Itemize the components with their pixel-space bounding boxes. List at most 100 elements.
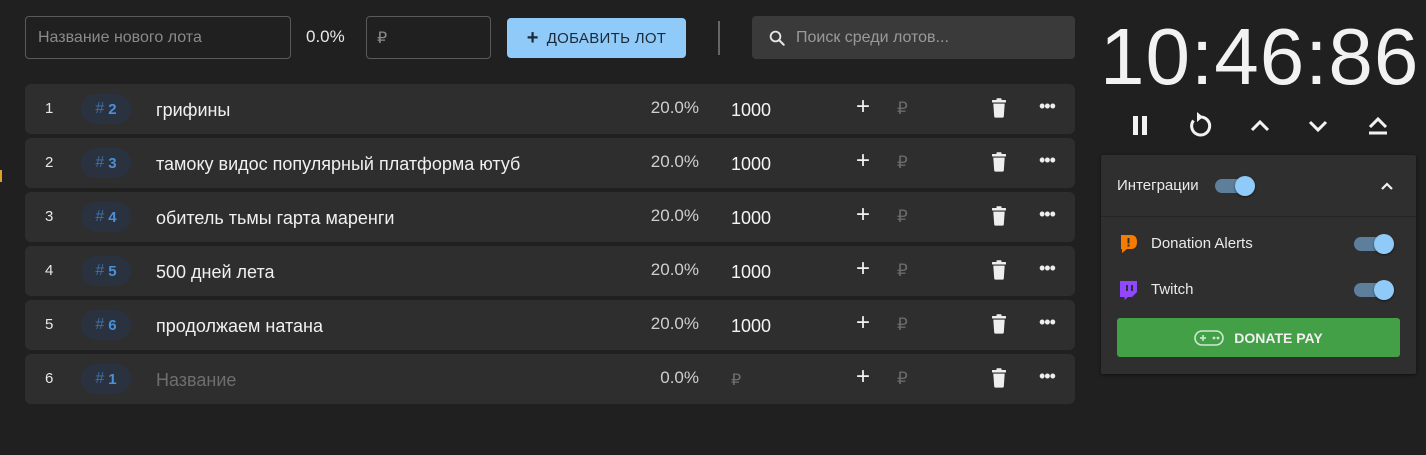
lot-amount[interactable]: 1000: [731, 208, 771, 229]
donation-alerts-toggle[interactable]: [1354, 234, 1394, 254]
more-options-icon[interactable]: •••: [1039, 313, 1056, 331]
lot-percent: 20.0%: [650, 260, 699, 279]
lot-row: 1 # 2 грифины 20.0% 1000 + ₽ •••: [25, 84, 1075, 134]
search-input[interactable]: Поиск среди лотов...: [752, 16, 1075, 59]
integrations-header[interactable]: Интеграции: [1101, 155, 1416, 217]
add-lot-label: ДОБАВИТЬ ЛОТ: [546, 29, 667, 47]
lot-tag-number: 2: [108, 100, 117, 118]
lot-tag[interactable]: # 1: [81, 364, 131, 394]
hash-icon: #: [95, 100, 105, 117]
ruble-input-icon[interactable]: ₽: [897, 369, 908, 389]
lot-percent: 20.0%: [650, 98, 699, 117]
lot-row: 2 # 3 тамоку видос популярный платформа …: [25, 138, 1075, 188]
more-options-icon[interactable]: •••: [1039, 367, 1056, 385]
lot-tag-number: 4: [108, 208, 117, 226]
add-amount-button[interactable]: +: [853, 311, 873, 335]
lot-percent: 0.0%: [660, 368, 699, 387]
lot-name[interactable]: грифины: [156, 100, 230, 121]
lot-amount[interactable]: 1000: [731, 262, 771, 283]
more-options-icon[interactable]: •••: [1039, 205, 1056, 223]
lot-index: 6: [45, 370, 54, 387]
collapse-chevron-icon[interactable]: [1380, 179, 1394, 193]
lot-tag[interactable]: # 4: [81, 202, 131, 232]
lot-name[interactable]: 500 дней лета: [156, 262, 275, 283]
add-amount-button[interactable]: +: [853, 203, 873, 227]
double-up-icon[interactable]: [1362, 110, 1394, 142]
add-amount-button[interactable]: +: [853, 257, 873, 281]
search-icon: [769, 30, 785, 46]
hash-icon: #: [95, 208, 105, 225]
service-label: Donation Alerts: [1151, 235, 1253, 252]
lot-tag[interactable]: # 6: [81, 310, 131, 340]
gamepad-icon: [1194, 329, 1225, 346]
lot-amount[interactable]: 1000: [731, 154, 771, 175]
lot-index: 1: [45, 100, 54, 117]
twitch-icon: [1120, 281, 1137, 300]
lot-row: 6 # 1 Название 0.0% ₽ + ₽ •••: [25, 354, 1075, 404]
timer-controls: [1120, 110, 1410, 142]
pause-icon[interactable]: [1124, 110, 1156, 142]
add-lot-button[interactable]: + ДОБАВИТЬ ЛОТ: [507, 18, 686, 58]
edge-marker: [0, 170, 2, 182]
ruble-icon: ₽: [377, 29, 388, 47]
lot-index: 4: [45, 262, 54, 279]
lot-tag-number: 5: [108, 262, 117, 280]
trash-icon[interactable]: [990, 368, 1008, 388]
ruble-input-icon[interactable]: ₽: [897, 207, 908, 227]
lot-tag[interactable]: # 2: [81, 94, 131, 124]
lot-tag-number: 3: [108, 154, 117, 172]
twitch-toggle[interactable]: [1354, 280, 1394, 300]
lot-index: 2: [45, 154, 54, 171]
lot-index: 3: [45, 208, 54, 225]
lot-name[interactable]: обитель тьмы гарта маренги: [156, 208, 394, 229]
lot-tag[interactable]: # 5: [81, 256, 131, 286]
lot-tag-number: 6: [108, 316, 117, 334]
chevron-down-icon[interactable]: [1302, 110, 1334, 142]
service-twitch: Twitch: [1101, 275, 1416, 305]
add-amount-button[interactable]: +: [853, 95, 873, 119]
integrations-title: Интеграции: [1117, 177, 1199, 194]
trash-icon[interactable]: [990, 260, 1008, 280]
hash-icon: #: [95, 316, 105, 333]
hash-icon: #: [95, 154, 105, 171]
ruble-input-icon[interactable]: ₽: [897, 261, 908, 281]
lot-tag-number: 1: [108, 370, 117, 388]
trash-icon[interactable]: [990, 206, 1008, 226]
more-options-icon[interactable]: •••: [1039, 259, 1056, 277]
lot-amount[interactable]: 1000: [731, 100, 771, 121]
ruble-input-icon[interactable]: ₽: [897, 99, 908, 119]
plus-icon: +: [526, 27, 539, 49]
reset-icon[interactable]: [1184, 110, 1216, 142]
lot-name[interactable]: тамоку видос популярный платформа ютуб: [156, 154, 520, 175]
more-options-icon[interactable]: •••: [1039, 97, 1056, 115]
integrations-panel: Интеграции Donation Alerts Twitch DONATE…: [1101, 155, 1416, 374]
chevron-up-icon[interactable]: [1244, 110, 1276, 142]
new-lot-name-input[interactable]: [25, 16, 291, 59]
lot-amount[interactable]: ₽: [731, 370, 741, 390]
lot-name[interactable]: Название: [156, 370, 236, 391]
trash-icon[interactable]: [990, 152, 1008, 172]
ruble-input-icon[interactable]: ₽: [897, 153, 908, 173]
lot-amount[interactable]: 1000: [731, 316, 771, 337]
toolbar-divider: [718, 21, 720, 55]
service-label: Twitch: [1151, 281, 1194, 298]
lot-name[interactable]: продолжаем натана: [156, 316, 323, 337]
lot-percent: 20.0%: [650, 314, 699, 333]
trash-icon[interactable]: [990, 314, 1008, 334]
hash-icon: #: [95, 370, 105, 387]
lot-row: 5 # 6 продолжаем натана 20.0% 1000 + ₽ •…: [25, 300, 1075, 350]
donate-pay-label: DONATE PAY: [1234, 329, 1323, 346]
trash-icon[interactable]: [990, 98, 1008, 118]
service-donation-alerts: Donation Alerts: [1101, 229, 1416, 259]
lot-tag[interactable]: # 3: [81, 148, 131, 178]
donate-pay-button[interactable]: DONATE PAY: [1117, 318, 1400, 357]
integrations-toggle[interactable]: [1215, 176, 1255, 196]
lot-index: 5: [45, 316, 54, 333]
new-lot-amount-input[interactable]: ₽: [366, 16, 491, 59]
new-lot-percent: 0.0%: [306, 27, 345, 46]
more-options-icon[interactable]: •••: [1039, 151, 1056, 169]
ruble-input-icon[interactable]: ₽: [897, 315, 908, 335]
add-amount-button[interactable]: +: [853, 149, 873, 173]
lot-percent: 20.0%: [650, 152, 699, 171]
add-amount-button[interactable]: +: [853, 365, 873, 389]
